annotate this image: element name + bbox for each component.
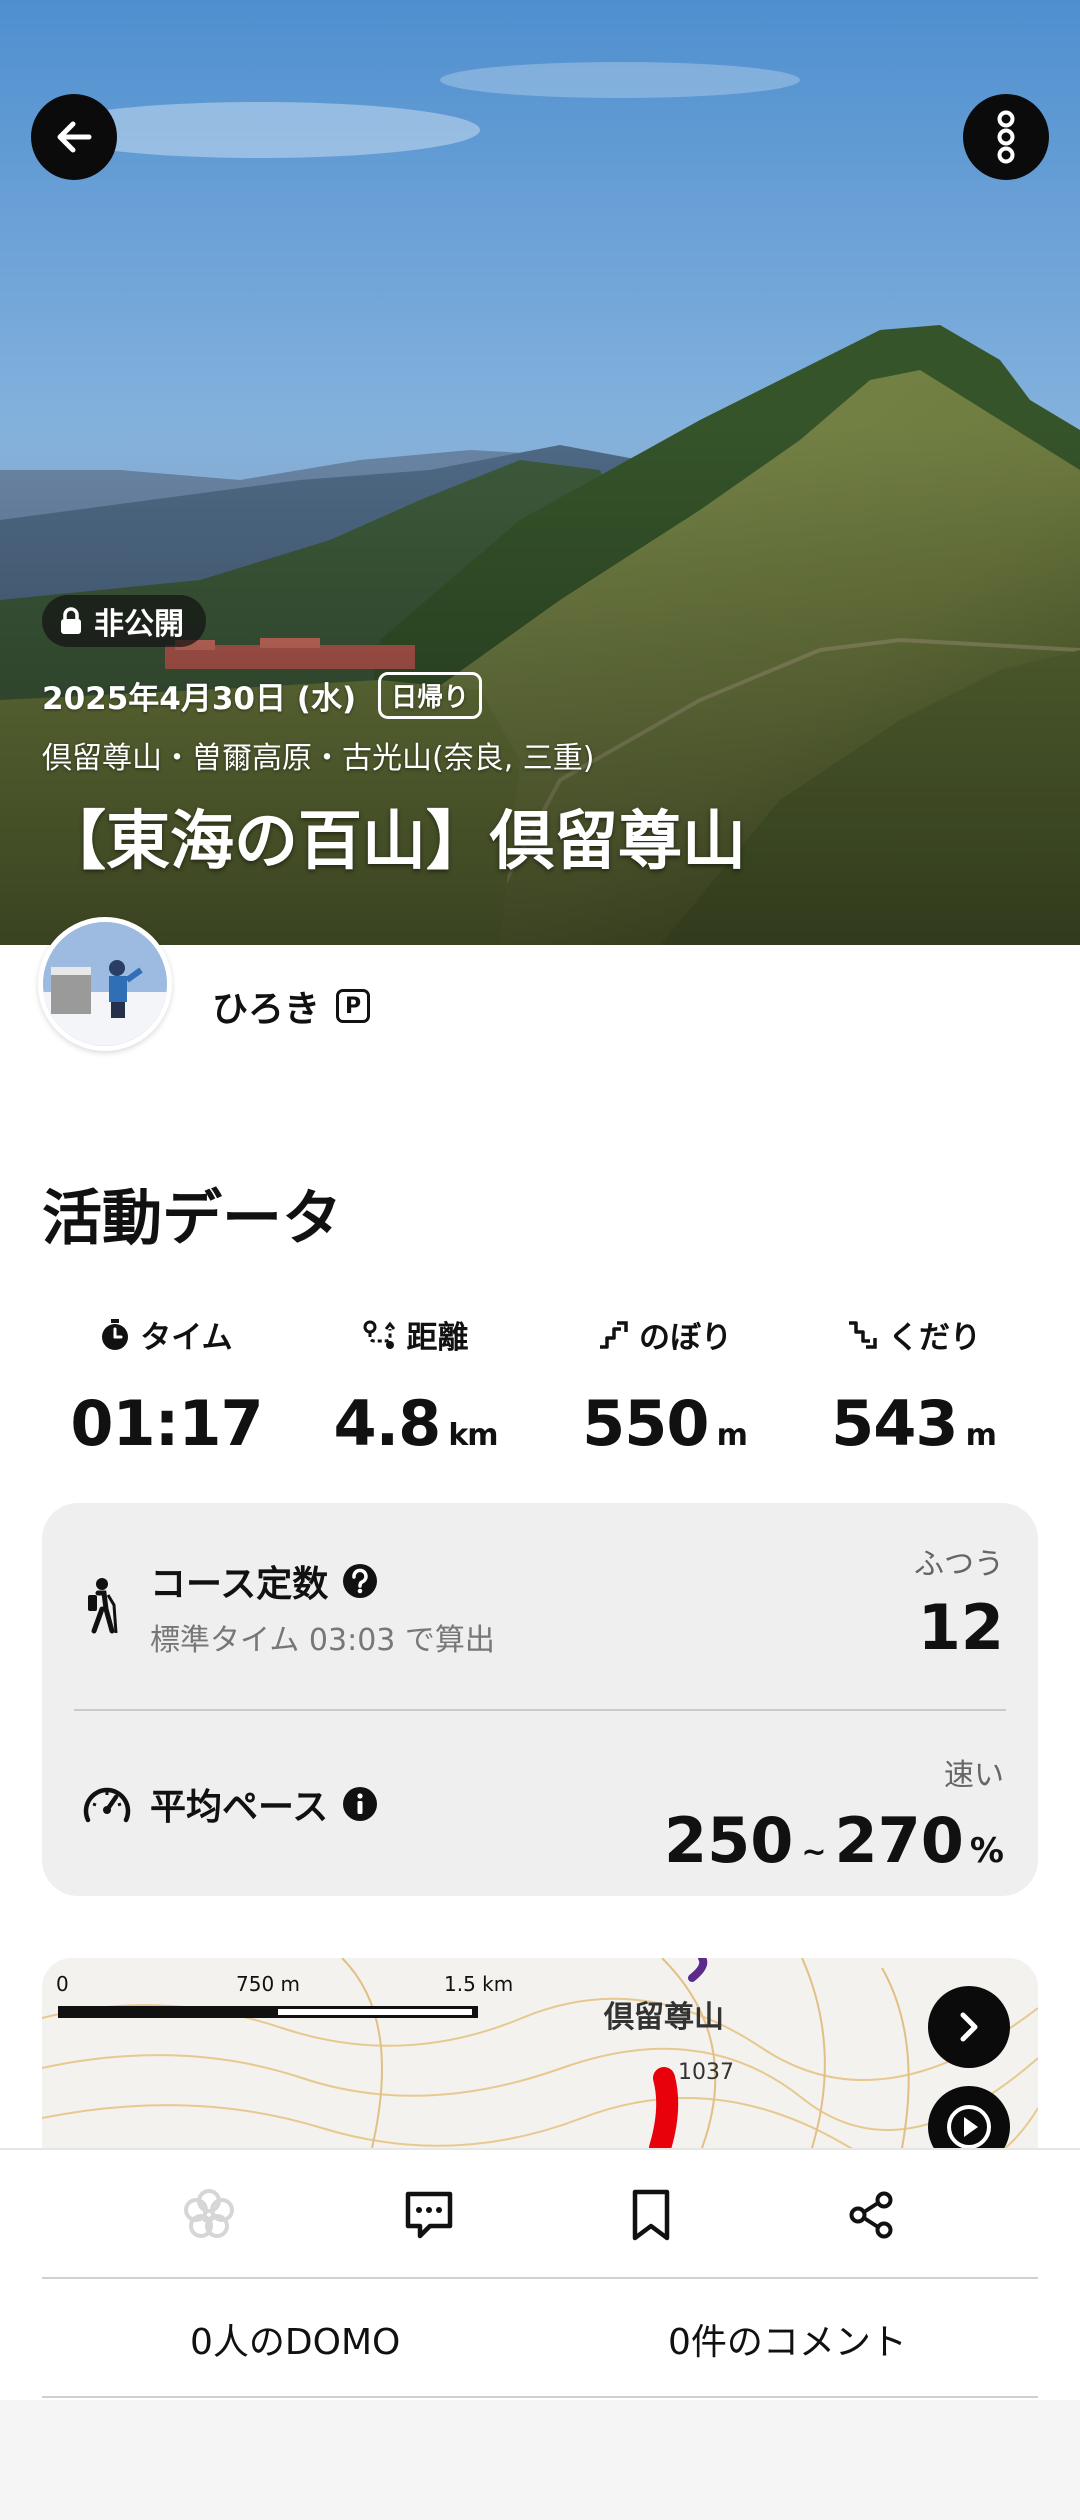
stat-label: のぼり [639,1320,732,1356]
stat-label: タイム [140,1320,233,1356]
private-badge: 非公開 [42,595,206,647]
more-options-button[interactable] [963,94,1049,180]
pace-min: 250 [663,1804,794,1877]
pace-level: 速い [944,1758,1004,1793]
stat-value: 550 [582,1387,709,1460]
descent-icon [849,1320,877,1349]
stat-unit: m [716,1418,748,1453]
bookmark-button[interactable] [616,2180,686,2250]
arrow-left-icon [57,121,92,153]
map-canvas [42,1958,1038,2148]
domo-button[interactable]: D [174,2180,244,2250]
stat-unit: m [965,1418,997,1453]
stopwatch-icon [102,1318,129,1350]
trip-type-badge: 日帰り [378,672,483,719]
back-button[interactable] [31,94,117,180]
lock-icon [61,607,81,634]
divider [42,2277,1038,2279]
play-icon [947,2105,991,2148]
pace-unit: % [969,1831,1004,1871]
avatar-photo [43,922,167,1046]
activity-title: 【東海の百山】倶留尊山 [42,805,746,879]
stat-value: 543 [831,1387,958,1460]
user-name-row[interactable]: ひろき P [212,980,371,1032]
bottom-spacer [0,2400,1080,2520]
scale-max: 1.5 km [444,1972,514,1996]
domo-count-link[interactable]: 0人のDOMO [190,2313,400,2365]
speedometer-icon [83,1787,131,1823]
course-constant-value: 12 [917,1591,1004,1664]
stats-row: タイム 01:17 距離 4.8 km のぼり 550 m くだり 543 m [42,1312,1038,1460]
stat-value: 01:17 [70,1387,263,1460]
comment-icon [405,2191,453,2239]
course-constant-title: コース定数 [150,1564,329,1605]
pace-card: コース定数 標準タイム 03:03 で算出 ふつう 12 平均ペース 速い 25… [42,1503,1038,1896]
stat-unit: km [448,1418,498,1453]
activity-section-title: 活動データ [42,1184,342,1254]
stat-time: タイム 01:17 [42,1312,291,1460]
stat-ascent: のぼり 550 m [540,1312,789,1460]
stat-label: 距離 [406,1320,469,1356]
hero-photo: 非公開 2025年4月30日 (水) 日帰り 倶留尊山・曽爾高原・古光山(奈良,… [0,0,1080,945]
average-pace-row: 平均ペース 速い 250 ~270% [42,1700,1038,1896]
pace-max: 270 [834,1804,964,1877]
stat-label: くだり [888,1320,981,1356]
ascent-icon [600,1320,628,1349]
route-icon [363,1320,395,1349]
average-pace-title: 平均ペース [150,1787,329,1828]
divider [42,2396,1038,2398]
more-vertical-icon [997,110,1015,164]
chevron-right-icon [960,2012,978,2042]
domo-flower-icon: D [184,2189,234,2238]
course-constant-row: コース定数 標準タイム 03:03 で算出 ふつう 12 [42,1503,1038,1699]
activity-date-row: 2025年4月30日 (水) 日帰り [42,672,483,719]
svg-text:D: D [202,2206,217,2227]
avatar[interactable] [38,917,172,1051]
stat-distance: 距離 4.8 km [291,1312,540,1460]
comment-count-link[interactable]: 0件のコメント [668,2313,907,2365]
private-label: 非公開 [94,607,184,642]
stat-descent: くだり 543 m [789,1312,1038,1460]
pace-range: 250 ~270% [664,1804,1004,1877]
scale-zero: 0 [56,1972,69,1996]
map-peak-label: 倶留尊山 [604,2000,724,2035]
stat-value: 4.8 [333,1387,441,1460]
share-icon [849,2191,893,2239]
info-icon[interactable] [342,1786,378,1822]
comment-button[interactable] [394,2180,464,2250]
scale-mid: 750 m [236,1972,301,1996]
activity-date: 2025年4月30日 (水) [42,681,357,717]
help-icon[interactable] [342,1563,378,1599]
mountain-area-link[interactable]: 倶留尊山・曽爾高原・古光山(奈良, 三重) [42,733,594,777]
map-elevation-label: 1037 [678,2060,734,2085]
map-expand-button[interactable] [928,1986,1010,2068]
bottom-action-bar: D 0人のDOMO 0件のコメント [0,2148,1080,2520]
bookmark-icon [632,2189,670,2241]
hiker-icon [88,1578,118,1634]
pace-tilde: ~ [801,1835,827,1870]
course-constant-subtitle: 標準タイム 03:03 で算出 [150,1623,495,1658]
course-level: ふつう [914,1547,1004,1582]
share-button[interactable] [836,2180,906,2250]
route-map[interactable]: 0 750 m 1.5 km 倶留尊山 1037 [42,1958,1038,2148]
user-name: ひろき [212,989,321,1030]
premium-badge: P [336,989,371,1023]
